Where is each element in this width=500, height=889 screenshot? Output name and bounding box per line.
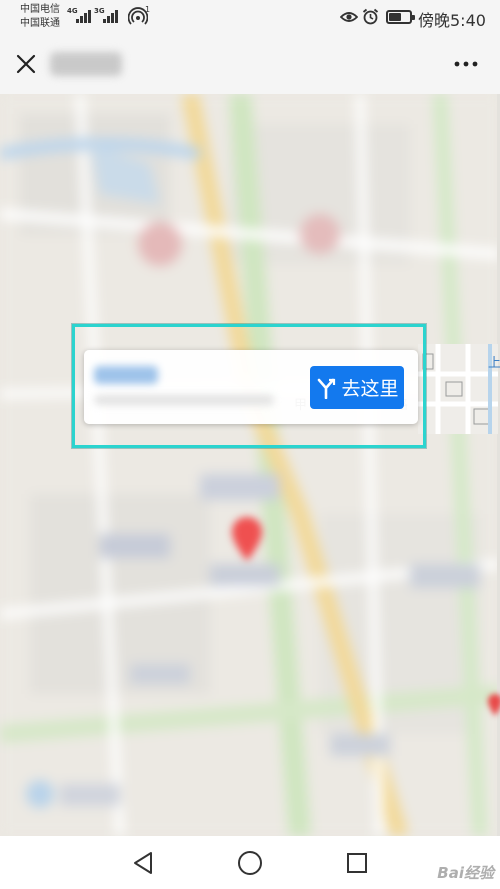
location-popup[interactable]: 去这里 [84, 350, 418, 424]
recent-square-icon [347, 853, 367, 873]
map-label: 上 [488, 356, 500, 371]
close-button[interactable] [10, 48, 42, 80]
carrier-1: 中国电信 [20, 4, 60, 15]
street-map-detail [418, 344, 498, 434]
place-address [94, 395, 274, 405]
back-triangle-icon [134, 852, 152, 874]
back-button[interactable] [126, 846, 160, 880]
home-circle-icon [238, 851, 262, 875]
go-here-button[interactable]: 去这里 [310, 366, 404, 409]
close-icon [16, 54, 36, 74]
watermark: Bai经验 [437, 864, 494, 882]
map-view[interactable]: 路 甲 上 [0, 94, 500, 836]
route-icon [318, 378, 336, 399]
app-header [0, 34, 500, 94]
alarm-icon [362, 8, 379, 25]
location-pin-icon [232, 517, 262, 561]
more-icon [454, 61, 478, 67]
battery-icon [386, 10, 415, 24]
signal-icon: 3G [94, 7, 127, 24]
eye-comfort-icon [340, 12, 358, 22]
page-title [50, 52, 122, 76]
status-time: 傍晚5:40 [418, 11, 486, 30]
go-here-label: 去这里 [341, 378, 399, 400]
map-tiles [0, 94, 500, 836]
recent-apps-button[interactable] [340, 846, 374, 880]
status-bar: 中国电信 中国联通 4G 3G 1 傍晚5:40 [0, 0, 500, 34]
navigation-bar: Bai经验 [0, 836, 500, 889]
location-pin-icon [488, 694, 500, 716]
home-button[interactable] [233, 846, 267, 880]
more-button[interactable] [450, 48, 482, 80]
hotspot-count: 1 [145, 5, 151, 14]
battery-level [389, 13, 401, 21]
place-name [94, 366, 158, 384]
carrier-names: 中国电信 中国联通 [20, 3, 60, 31]
carrier-2: 中国联通 [20, 18, 60, 29]
